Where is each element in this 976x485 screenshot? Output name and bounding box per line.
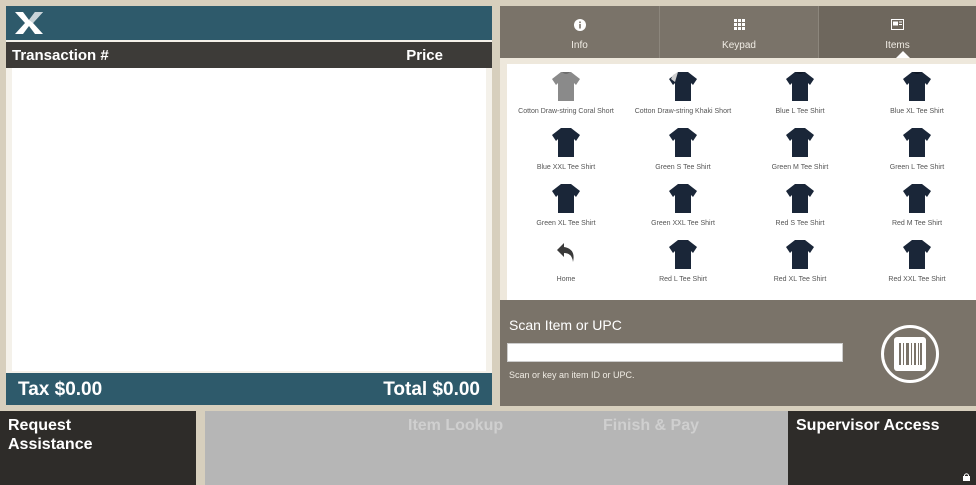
transaction-list[interactable] xyxy=(12,68,486,371)
item-label: Green L Tee Shirt xyxy=(889,164,945,171)
transaction-number-header: Transaction # xyxy=(12,47,109,64)
item-tile[interactable]: Green M Tee Shirt xyxy=(741,124,859,180)
barcode-icon xyxy=(894,337,926,371)
item-label: Blue XXL Tee Shirt xyxy=(536,164,596,171)
shirt-icon xyxy=(786,72,814,101)
tax-label: Tax xyxy=(18,379,50,400)
items-icon xyxy=(891,19,904,30)
item-tile[interactable]: Red XXL Tee Shirt xyxy=(858,236,976,292)
transaction-header: Transaction # Price xyxy=(6,42,492,68)
back-arrow-icon xyxy=(557,243,574,262)
active-tab-indicator xyxy=(896,51,910,58)
item-label: Green M Tee Shirt xyxy=(771,164,829,171)
item-lookup-button[interactable]: Item Lookup xyxy=(400,411,596,485)
item-label: Cotton Draw-string Coral Short xyxy=(518,108,614,115)
shirt-icon xyxy=(786,128,814,157)
scan-title: Scan Item or UPC xyxy=(509,317,622,333)
item-label: Red XL Tee Shirt xyxy=(773,276,827,283)
tab-bar: Info Keypad Items xyxy=(500,6,976,58)
tax-value: $0.00 xyxy=(54,379,103,400)
brand-logo-icon xyxy=(15,12,43,34)
tab-items-label: Items xyxy=(885,40,910,51)
shirt-icon xyxy=(903,240,931,269)
shirt-icon xyxy=(669,184,697,213)
item-label: Green S Tee Shirt xyxy=(655,164,711,171)
blank-button[interactable] xyxy=(205,411,401,485)
scan-input[interactable] xyxy=(507,343,843,362)
item-label: Green XXL Tee Shirt xyxy=(651,220,715,227)
function-bar: Request Assistance Item Lookup Finish & … xyxy=(0,411,976,485)
transaction-panel: Transaction # Price Tax $0.00 Total $0.0… xyxy=(6,6,492,405)
item-tile[interactable]: Blue XXL Tee Shirt xyxy=(507,124,625,180)
tab-keypad[interactable]: Keypad xyxy=(659,6,818,58)
total-label: Total xyxy=(383,379,428,400)
supervisor-access-button[interactable]: Supervisor Access xyxy=(788,411,976,485)
item-label: Blue XL Tee Shirt xyxy=(890,108,944,115)
item-tile[interactable]: Green XXL Tee Shirt xyxy=(624,180,742,236)
total-summary: Total $0.00 xyxy=(383,379,480,401)
shirt-icon xyxy=(786,184,814,213)
item-label: Red S Tee Shirt xyxy=(775,220,825,227)
item-label: Red XXL Tee Shirt xyxy=(888,276,946,283)
shirt-gray-icon xyxy=(552,72,580,101)
item-tile[interactable]: Green L Tee Shirt xyxy=(858,124,976,180)
shirt-icon xyxy=(669,128,697,157)
item-tile[interactable]: Cotton Draw-string Khaki Short xyxy=(624,68,742,124)
tab-info-label: Info xyxy=(571,40,588,51)
total-value: $0.00 xyxy=(432,379,480,400)
scan-help-text: Scan or key an item ID or UPC. xyxy=(509,370,635,380)
item-grid: Cotton Draw-string Coral Short Cotton Dr… xyxy=(507,64,976,350)
item-tile[interactable]: Green S Tee Shirt xyxy=(624,124,742,180)
price-header: Price xyxy=(406,47,443,64)
item-tile[interactable]: Cotton Draw-string Coral Short xyxy=(507,68,625,124)
item-tile[interactable]: Red XL Tee Shirt xyxy=(741,236,859,292)
request-assistance-button[interactable]: Request Assistance xyxy=(0,411,196,485)
info-icon xyxy=(573,19,586,31)
action-panel: Info Keypad Items Cotton Draw-string Cor… xyxy=(500,6,976,406)
item-label: Green XL Tee Shirt xyxy=(536,220,596,227)
finish-and-pay-button[interactable]: Finish & Pay xyxy=(595,411,791,485)
item-label: Red L Tee Shirt xyxy=(659,276,707,283)
shirt-icon xyxy=(903,184,931,213)
shirt-icon xyxy=(669,240,697,269)
keypad-icon xyxy=(733,19,745,30)
shirt-icon xyxy=(903,128,931,157)
item-label: Blue L Tee Shirt xyxy=(775,108,825,115)
home-tile[interactable]: Home xyxy=(507,236,625,292)
shirt-icon xyxy=(786,240,814,269)
item-tile[interactable]: Blue XL Tee Shirt xyxy=(858,68,976,124)
item-label: Cotton Draw-string Khaki Short xyxy=(634,108,732,115)
item-tile[interactable]: Red L Tee Shirt xyxy=(624,236,742,292)
tab-info[interactable]: Info xyxy=(500,6,659,58)
item-tile[interactable]: Red M Tee Shirt xyxy=(858,180,976,236)
item-tile[interactable]: Green XL Tee Shirt xyxy=(507,180,625,236)
scan-button[interactable] xyxy=(881,325,939,383)
lock-icon xyxy=(963,473,970,481)
shirt-icon xyxy=(903,72,931,101)
logo-bar xyxy=(6,6,492,40)
tab-keypad-label: Keypad xyxy=(722,40,756,51)
item-label: Red M Tee Shirt xyxy=(891,220,943,227)
shirt-icon xyxy=(552,128,580,157)
item-tile[interactable]: Blue L Tee Shirt xyxy=(741,68,859,124)
tax-summary: Tax $0.00 xyxy=(18,379,102,401)
totals-bar: Tax $0.00 Total $0.00 xyxy=(6,373,492,405)
item-label: Home xyxy=(556,276,576,283)
item-tile[interactable]: Red S Tee Shirt xyxy=(741,180,859,236)
shirt-icon xyxy=(669,72,697,101)
shirt-icon xyxy=(552,184,580,213)
